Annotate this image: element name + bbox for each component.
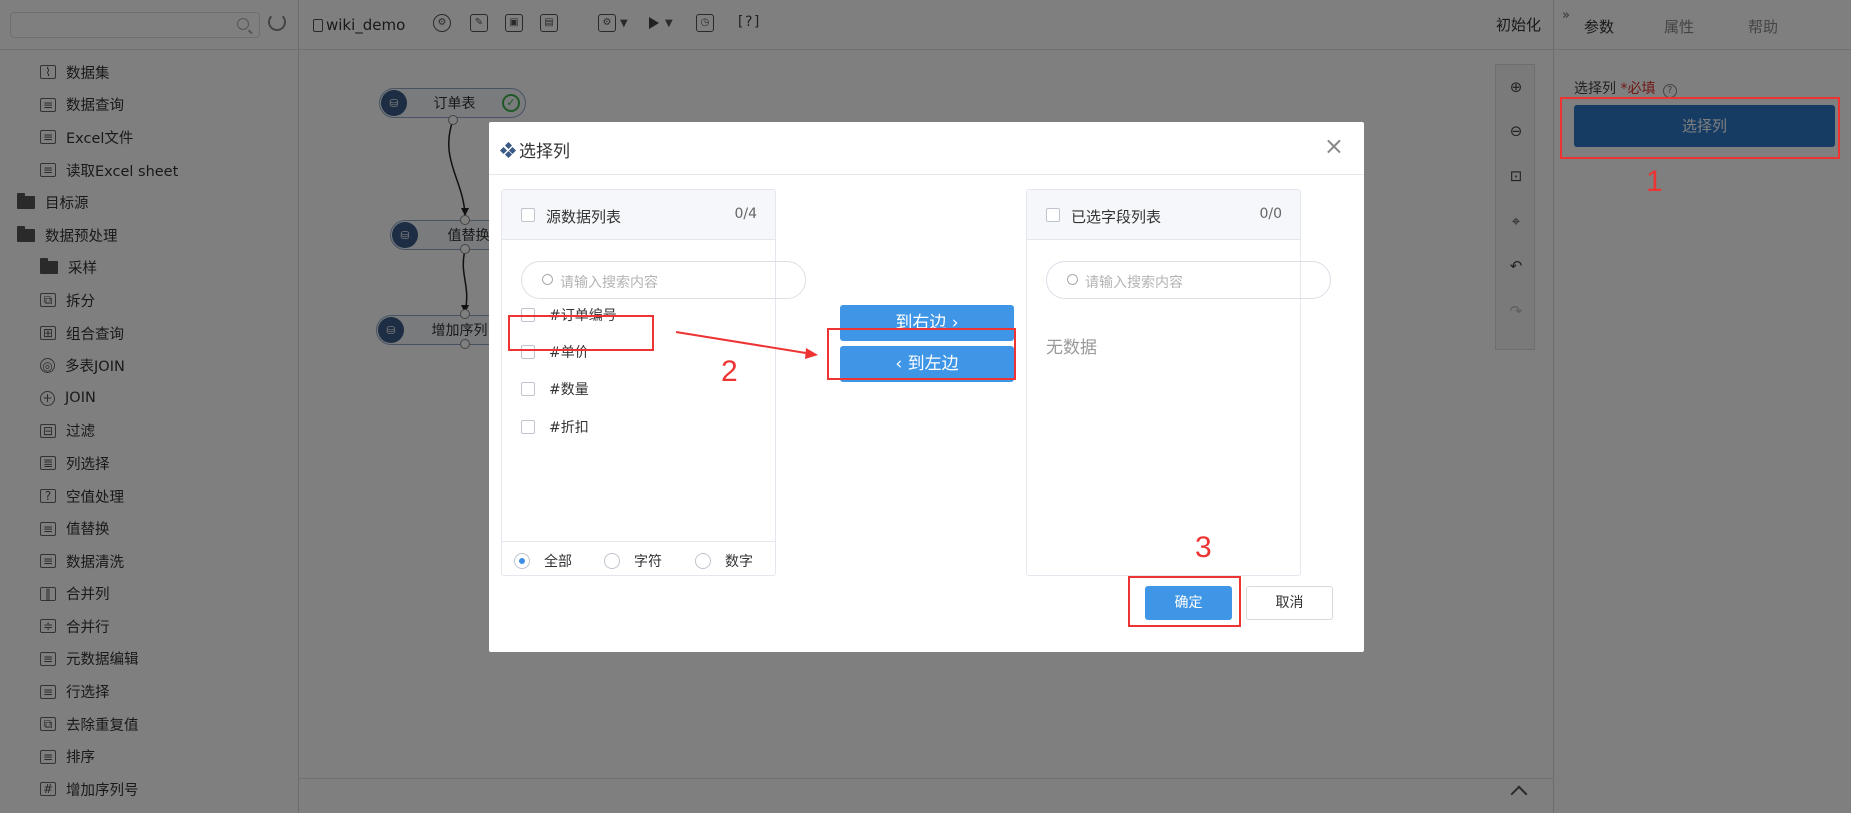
radio-icon <box>604 553 620 569</box>
annotation-box-1 <box>1560 97 1840 159</box>
annotation-box-2a <box>508 315 654 351</box>
type-filter: 全部 字符 数字 <box>502 541 775 575</box>
annotation-step-3: 3 <box>1195 531 1212 564</box>
empty-state: 无数据 <box>1046 338 1097 358</box>
source-search-input[interactable]: 请输入搜索内容 <box>521 261 806 299</box>
item-label: #数量 <box>549 382 589 398</box>
selected-list-count: 0/0 <box>1259 206 1282 222</box>
radio-label: 数字 <box>725 554 753 570</box>
filter-all-radio[interactable]: 全部 <box>514 551 572 571</box>
radio-icon <box>514 553 530 569</box>
filter-string-radio[interactable]: 字符 <box>604 551 662 571</box>
selected-list-header: 已选字段列表 0/0 <box>1027 190 1300 240</box>
annotation-step-2: 2 <box>721 355 738 388</box>
dialog-header: 选择列 × <box>489 122 1364 175</box>
item-checkbox[interactable] <box>521 420 535 434</box>
annotation-step-1: 1 <box>1646 165 1663 198</box>
selected-list-panel: 已选字段列表 0/0 请输入搜索内容 无数据 <box>1026 189 1331 576</box>
select-all-checkbox[interactable] <box>1046 208 1060 222</box>
source-list-title: 源数据列表 <box>546 208 622 226</box>
search-placeholder: 请输入搜索内容 <box>1085 275 1183 291</box>
source-list-header: 源数据列表 0/4 <box>502 190 775 240</box>
close-icon[interactable]: × <box>1324 134 1344 158</box>
dialog-title: 选择列 <box>499 137 570 162</box>
list-item[interactable]: #折扣 <box>521 417 589 437</box>
item-label: #折扣 <box>549 420 589 436</box>
filter-number-radio[interactable]: 数字 <box>695 551 753 571</box>
annotation-box-3 <box>1128 576 1241 627</box>
select-column-dialog: 选择列 × 源数据列表 0/4 请输入搜索内容 #订单编号 #单价 #数量 #折… <box>489 122 1364 652</box>
source-list-count: 0/4 <box>734 206 757 222</box>
select-all-checkbox[interactable] <box>521 208 535 222</box>
target-search-input[interactable]: 请输入搜索内容 <box>1046 261 1331 299</box>
radio-label: 字符 <box>634 554 662 570</box>
item-checkbox[interactable] <box>521 382 535 396</box>
search-placeholder: 请输入搜索内容 <box>560 275 658 291</box>
annotation-box-2b <box>827 328 1016 380</box>
list-item[interactable]: #数量 <box>521 379 589 399</box>
cancel-button[interactable]: 取消 <box>1246 586 1333 620</box>
dialog-title-text: 选择列 <box>519 142 570 162</box>
dialog-logo-icon <box>499 141 517 158</box>
selected-list-title: 已选字段列表 <box>1071 208 1162 226</box>
search-icon <box>542 274 553 285</box>
radio-label: 全部 <box>544 554 572 570</box>
search-icon <box>1067 274 1078 285</box>
radio-icon <box>695 553 711 569</box>
